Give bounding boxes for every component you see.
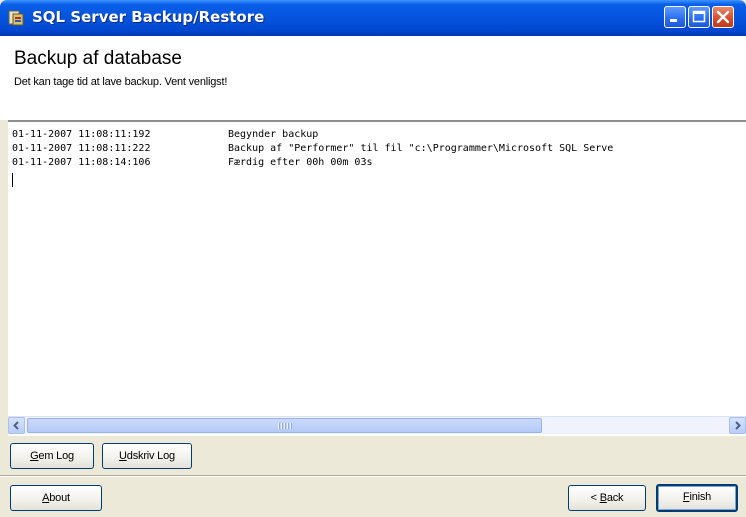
- scroll-left-button[interactable]: [8, 417, 25, 434]
- finish-label: inish: [689, 491, 712, 503]
- scroll-right-button[interactable]: [729, 417, 746, 434]
- log-timestamp: 01-11-2007 11:08:11:222: [12, 143, 151, 154]
- title-bar[interactable]: SQL Server Backup/Restore: [0, 0, 746, 36]
- log-message: Færdig efter 00h 00m 03s: [228, 157, 373, 168]
- print-log-accelerator: U: [119, 450, 127, 462]
- window-title: SQL Server Backup/Restore: [32, 8, 265, 26]
- text-caret: [12, 173, 13, 187]
- maximize-button[interactable]: [688, 6, 710, 28]
- about-button[interactable]: About: [10, 485, 102, 511]
- maximize-icon: [692, 10, 706, 23]
- chevron-left-icon: [13, 421, 19, 430]
- back-button[interactable]: < Back: [568, 485, 646, 511]
- finish-button[interactable]: Finish: [656, 484, 738, 512]
- backup-restore-window: SQL Server Backup/Restore Backup af data…: [0, 0, 746, 517]
- about-label: bout: [49, 492, 70, 504]
- log-textbox[interactable]: 01-11-2007 11:08:11:192 Begynder backup 0…: [8, 120, 746, 436]
- scrollbar-thumb[interactable]: [27, 418, 542, 433]
- save-log-button[interactable]: Gem Log: [10, 443, 94, 469]
- page-subtitle: Det kan tage tid at lave backup. Vent ve…: [14, 76, 228, 88]
- thumb-grip: [278, 423, 292, 429]
- page-title: Backup af database: [14, 48, 182, 69]
- log-line: 01-11-2007 11:08:14:106 Færdig efter 00h …: [12, 156, 746, 170]
- log-line: 01-11-2007 11:08:11:222 Backup af "Perfor…: [12, 142, 746, 156]
- close-button[interactable]: [712, 6, 734, 28]
- print-log-button[interactable]: Udskriv Log: [102, 443, 192, 469]
- back-label: ack: [606, 492, 624, 504]
- log-timestamp: 01-11-2007 11:08:11:192: [12, 129, 151, 140]
- close-icon: [716, 10, 730, 24]
- log-lines: 01-11-2007 11:08:11:192 Begynder backup 0…: [12, 128, 746, 170]
- log-line: 01-11-2007 11:08:11:192 Begynder backup: [12, 128, 746, 142]
- print-log-label: dskriv Log: [126, 450, 175, 462]
- minimize-button[interactable]: [664, 6, 686, 28]
- back-label-pre: <: [590, 492, 600, 504]
- wizard-header: Backup af database Det kan tage tid at l…: [0, 36, 746, 120]
- log-message: Begynder backup: [228, 129, 319, 140]
- minimize-icon: [670, 19, 677, 22]
- log-message: Backup af "Performer" til fil "c:\Progra…: [228, 143, 614, 154]
- footer-divider: [0, 475, 746, 477]
- horizontal-scrollbar[interactable]: [8, 416, 746, 434]
- save-log-label: em Log: [38, 450, 74, 462]
- sql-server-app-icon: [8, 10, 24, 26]
- back-accelerator: B: [599, 492, 607, 504]
- log-timestamp: 01-11-2007 11:08:14:106: [12, 157, 151, 168]
- chevron-right-icon: [735, 421, 741, 430]
